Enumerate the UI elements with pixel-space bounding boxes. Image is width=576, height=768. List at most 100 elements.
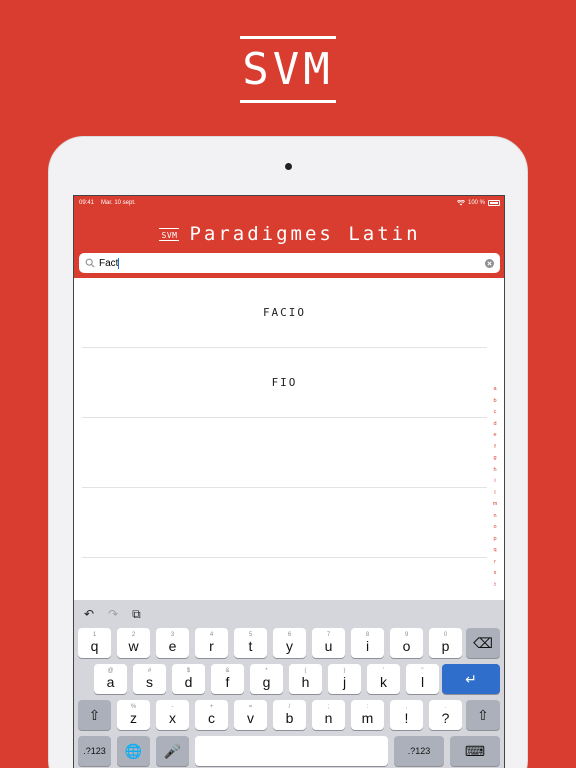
index-letter[interactable]: o [493, 524, 496, 530]
shift-left-key[interactable]: ⇧ [78, 700, 111, 730]
index-letter[interactable]: b [493, 398, 496, 404]
key-l[interactable]: " l [406, 664, 439, 694]
index-letter[interactable]: c [494, 409, 497, 415]
index-letter[interactable]: l [494, 490, 495, 496]
key-label: ⇧ [477, 706, 489, 723]
key-label: k [380, 674, 387, 690]
key-label: i [365, 638, 370, 654]
list-item[interactable] [82, 418, 487, 488]
index-letter[interactable]: h [493, 467, 496, 473]
list-item[interactable] [82, 488, 487, 558]
index-letter[interactable]: f [494, 444, 496, 450]
key-u[interactable]: 7u [312, 628, 345, 658]
index-letter[interactable]: p [493, 536, 496, 542]
key-label: ⇧ [88, 706, 101, 723]
page-title: Paradigmes Latin [189, 223, 421, 245]
key-label: ⌫ [473, 634, 493, 651]
search-input[interactable]: Fact [99, 258, 118, 269]
title-row: SVM Paradigmes Latin [74, 222, 504, 246]
key-label: w [128, 638, 139, 654]
key-r[interactable]: 4r [195, 628, 228, 658]
key-label: u [324, 638, 333, 654]
index-letter[interactable]: d [493, 421, 496, 427]
key-label: z [130, 710, 137, 726]
key-label: h [301, 674, 310, 690]
text-caret [118, 257, 120, 269]
key-b[interactable]: / b [273, 700, 306, 730]
status-right: 100 % [456, 200, 500, 206]
logo-text: SVM [242, 44, 334, 95]
key-h[interactable]: (h [289, 664, 322, 694]
key-label: o [402, 638, 411, 654]
list-item[interactable]: FACIO [82, 278, 487, 348]
key-o[interactable]: 9o [390, 628, 423, 658]
globe-icon[interactable]: 🌐 [117, 736, 150, 766]
paste-icon[interactable]: ⧉ [132, 607, 141, 622]
key-a[interactable]: @ a [94, 664, 127, 694]
key-label: 🎤 [163, 742, 182, 759]
key-label: a [106, 674, 115, 690]
index-letter[interactable]: n [493, 513, 496, 519]
index-letter[interactable]: a [493, 386, 496, 392]
key-q[interactable]: 1q [78, 628, 111, 658]
index-letter[interactable]: m [493, 501, 498, 507]
key-j[interactable]: ) j [328, 664, 361, 694]
search-bar[interactable]: Fact [79, 253, 500, 273]
key-p[interactable]: 0p [429, 628, 462, 658]
battery-text: 100 % [467, 200, 485, 206]
key-v[interactable]: = v [234, 700, 267, 730]
key-label: m [361, 710, 374, 726]
key-label: s [146, 674, 153, 690]
numbers-right-key[interactable]: .?123 [394, 736, 444, 766]
wifi-icon [456, 200, 465, 206]
key-exclaim[interactable]: ,! [390, 700, 423, 730]
key-label: t [248, 638, 253, 654]
index-letter[interactable]: t [494, 582, 496, 588]
backspace-key[interactable]: ⌫ [466, 628, 500, 658]
brand-logo: SVM [240, 36, 336, 104]
list-item-label: FACIO [262, 306, 307, 319]
key-s[interactable]: # s [133, 664, 166, 694]
key-k[interactable]: ' k [367, 664, 400, 694]
key-f[interactable]: & f [211, 664, 244, 694]
key-z[interactable]: % z [117, 700, 150, 730]
key-label: r [209, 638, 214, 654]
clear-icon[interactable] [485, 258, 494, 268]
list-item[interactable]: FIO [82, 348, 487, 418]
redo-icon[interactable]: ↷ [108, 607, 118, 621]
key-d[interactable]: $ d [172, 664, 205, 694]
key-label: l [420, 674, 425, 690]
alphabet-index[interactable]: abcdefghilmnopqrst [490, 386, 500, 588]
key-e[interactable]: 3e [156, 628, 189, 658]
key-label: c [208, 710, 215, 726]
index-letter[interactable]: e [493, 432, 496, 438]
key-label: .?123 [83, 745, 106, 756]
key-g[interactable]: * g [250, 664, 283, 694]
key-i[interactable]: 8i [351, 628, 384, 658]
key-label: ↵ [465, 670, 477, 687]
return-key[interactable]: ↵ [442, 664, 500, 694]
numbers-left-key[interactable]: .?123 [78, 736, 111, 766]
key-t[interactable]: 5t [234, 628, 267, 658]
undo-icon[interactable]: ↶ [84, 607, 94, 621]
index-letter[interactable]: i [494, 478, 495, 484]
key-m[interactable]: :m [351, 700, 384, 730]
key-label: .?123 [407, 745, 431, 756]
battery-icon [488, 200, 500, 206]
index-letter[interactable]: s [494, 570, 497, 576]
microphone-icon[interactable]: 🎤 [156, 736, 189, 766]
space-key[interactable] [195, 736, 388, 766]
key-c[interactable]: + c [195, 700, 228, 730]
key-n[interactable]: ; n [312, 700, 345, 730]
keyboard: ↶ ↷ ⧉ 1 q 2 w 3 e 4 r 5 t 6 y 7 u 8 i 9 o 0 p ⌫ @ a # s $ d & f * g(h)… [74, 600, 504, 768]
index-letter[interactable]: r [494, 559, 496, 565]
key-label: y [286, 638, 293, 654]
index-letter[interactable]: q [493, 547, 496, 553]
index-letter[interactable]: g [493, 455, 496, 461]
key-y[interactable]: 6y [273, 628, 306, 658]
key-x[interactable]: -x [156, 700, 189, 730]
shift-right-key[interactable]: ⇧ [466, 700, 500, 730]
key-question[interactable]: .? [429, 700, 462, 730]
hide-keyboard-icon[interactable]: ⌨ [450, 736, 500, 766]
key-w[interactable]: 2w [117, 628, 150, 658]
